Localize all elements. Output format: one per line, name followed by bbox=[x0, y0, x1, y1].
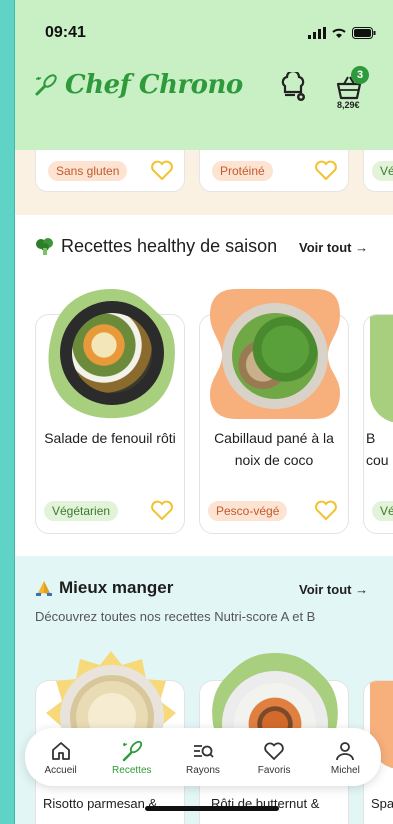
diet-tag: Vé bbox=[372, 501, 393, 521]
status-bar: 09:41 bbox=[45, 22, 376, 44]
nav-item-recettes[interactable]: Recettes bbox=[102, 739, 162, 776]
nav-label: Accueil bbox=[44, 764, 77, 776]
recipe-title: Cabillaud pané à la noix de coco bbox=[214, 430, 334, 468]
see-all-healthy-link[interactable]: Voir tout → bbox=[299, 240, 368, 255]
diet-tag: Végétarien bbox=[44, 501, 119, 521]
filter-tag: Sans gluten bbox=[48, 161, 128, 181]
heart-icon[interactable] bbox=[314, 499, 338, 521]
brand-logo[interactable]: Chef Chrono bbox=[33, 70, 243, 100]
nav-label: Favoris bbox=[257, 764, 291, 776]
card-blob bbox=[370, 315, 393, 423]
nav-item-accueil[interactable]: Accueil bbox=[31, 739, 91, 776]
heart-icon[interactable] bbox=[150, 159, 174, 181]
chef-hat-settings-icon bbox=[281, 72, 305, 101]
app-screen: Sans gluten Protéiné Vé 09:41 Chef Chron… bbox=[14, 0, 393, 824]
filter-tag: Protéiné bbox=[212, 161, 273, 181]
diet-tag: Pesco-végé bbox=[208, 501, 288, 521]
nav-item-michel[interactable]: Michel bbox=[315, 739, 375, 776]
heart-icon[interactable] bbox=[314, 159, 338, 181]
status-time: 09:41 bbox=[45, 24, 86, 41]
nav-label: Rayons bbox=[186, 764, 220, 776]
recipe-image bbox=[222, 303, 328, 409]
recipe-image bbox=[60, 301, 164, 405]
section-subtitle: Découvrez toutes nos recettes Nutri-scor… bbox=[35, 609, 316, 624]
recipe-title: Salade de fenouil rôti bbox=[44, 430, 176, 446]
recipe-title: Spa bbox=[371, 796, 393, 811]
section-title-text: Mieux manger bbox=[59, 578, 174, 597]
nav-label: Recettes bbox=[112, 764, 152, 776]
whisk-icon bbox=[122, 740, 142, 761]
whisk-logo-icon bbox=[35, 74, 57, 96]
recipe-card[interactable]: Salade de fenouil rôti Végétarien bbox=[35, 289, 185, 534]
section-healthy-title: Recettes healthy de saison bbox=[35, 236, 277, 257]
status-icons bbox=[308, 27, 376, 39]
cart-amount: 8,29€ bbox=[337, 100, 360, 110]
recipe-title: B cou bbox=[366, 430, 389, 468]
recipe-card[interactable]: B cou Vé bbox=[363, 314, 393, 534]
recipe-card[interactable]: Cabillaud pané à la noix de coco Pesco-v… bbox=[199, 289, 349, 534]
home-icon bbox=[51, 741, 70, 760]
person-icon bbox=[336, 741, 355, 760]
wifi-icon bbox=[332, 28, 346, 38]
nav-item-rayons[interactable]: Rayons bbox=[173, 739, 233, 776]
broccoli-icon bbox=[36, 237, 53, 255]
section-better-eating-title: Mieux manger bbox=[35, 578, 173, 598]
signal-icon bbox=[308, 27, 326, 39]
cart-count-badge: 3 bbox=[351, 66, 369, 84]
kitchen-settings-button[interactable] bbox=[275, 70, 311, 106]
nav-label: Michel bbox=[330, 764, 360, 776]
bottom-nav: Accueil Recettes Rayons Favoris Michel bbox=[25, 728, 381, 786]
recipe-title: Risotto parmesan & bbox=[43, 796, 158, 811]
header-wave bbox=[15, 120, 393, 147]
heart-icon[interactable] bbox=[150, 499, 174, 521]
nav-item-favoris[interactable]: Favoris bbox=[244, 739, 304, 776]
heart-icon bbox=[264, 742, 284, 760]
battery-icon bbox=[352, 27, 376, 39]
filter-tag: Vé bbox=[372, 161, 393, 181]
see-all-better-eating-link[interactable]: Voir tout → bbox=[299, 582, 368, 597]
aisles-search-icon bbox=[193, 744, 214, 758]
praying-hands-icon bbox=[36, 581, 52, 596]
home-indicator[interactable] bbox=[145, 806, 279, 811]
section-title-text: Recettes healthy de saison bbox=[61, 236, 278, 256]
brand-name: Chef Chrono bbox=[65, 70, 243, 100]
